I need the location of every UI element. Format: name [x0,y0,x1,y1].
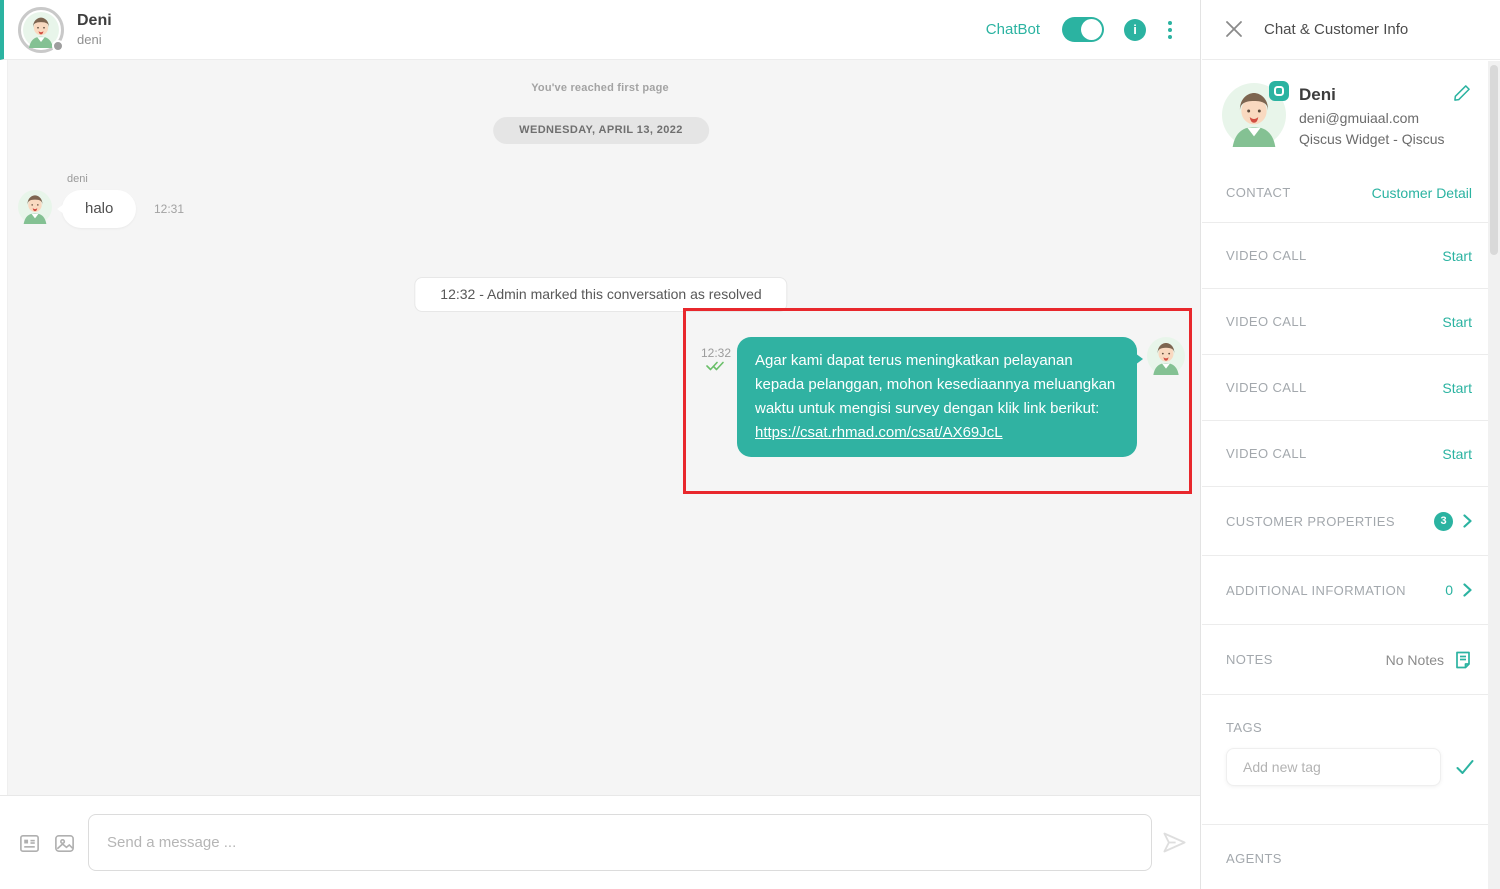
add-tag-input[interactable] [1226,748,1441,786]
tags-label: TAGS [1226,720,1263,735]
first-page-notice: You've reached first page [531,82,669,94]
sidebar-scrollbar-thumb[interactable] [1490,65,1498,255]
outgoing-message-text: Agar kami dapat terus meningkatkan pelay… [755,352,1116,417]
customer-avatar [18,6,64,53]
video-call-row: VIDEO CALL Start [1202,289,1488,355]
incoming-message-bubble: halo [56,190,137,228]
contact-row: CONTACT Customer Detail [1202,163,1488,223]
customer-card-avatar [1222,81,1289,147]
system-message: 12:32 - Admin marked this conversation a… [414,277,788,312]
video-call-label: VIDEO CALL [1226,248,1307,263]
additional-information-row[interactable]: ADDITIONAL INFORMATION 0 [1202,556,1488,625]
outgoing-message-time: 12:32 [701,346,732,360]
message-input[interactable] [88,814,1152,871]
video-call-label: VIDEO CALL [1226,446,1307,461]
incoming-message-time: 12:31 [154,202,185,216]
customer-name: Deni [77,12,112,29]
panel-header: Chat & Customer Info [1202,0,1500,60]
survey-link[interactable]: https://csat.rhmad.com/csat/AX69JcL [755,421,1003,445]
confirm-tag-check-icon[interactable] [1455,757,1475,777]
notes-row: NOTES No Notes [1202,625,1488,695]
date-separator: WEDNESDAY, APRIL 13, 2022 [493,117,709,144]
customer-properties-label: CUSTOMER PROPERTIES [1226,513,1395,529]
customer-properties-count-badge: 3 [1434,511,1453,531]
chatbot-toggle[interactable] [1062,17,1104,42]
customer-card-avatar-image [1222,83,1286,151]
incoming-avatar [18,190,52,224]
video-call-label: VIDEO CALL [1226,314,1307,329]
sidebar-scrollbar[interactable] [1488,61,1500,889]
edit-pencil-icon[interactable] [1452,83,1472,103]
video-call-start-link[interactable]: Start [1442,314,1472,330]
send-button[interactable] [1161,829,1188,856]
note-document-icon[interactable] [1454,651,1472,669]
incoming-sender-label: deni [67,173,88,185]
chevron-right-icon[interactable] [1463,583,1472,597]
agent-avatar [1147,337,1185,375]
delivered-double-check-icon [706,359,725,377]
customer-channel: Qiscus Widget - Qiscus [1299,131,1445,147]
video-call-start-link[interactable]: Start [1442,248,1472,264]
customer-detail-link[interactable]: Customer Detail [1372,185,1472,201]
customer-card-name: Deni [1299,85,1336,104]
chat-header: Deni deni ChatBot i [0,0,1200,60]
customer-card: Deni deni@gmuiaal.com Qiscus Widget - Qi… [1202,61,1488,163]
video-call-row: VIDEO CALL Start [1202,355,1488,421]
contact-label: CONTACT [1226,185,1291,200]
video-call-start-link[interactable]: Start [1442,380,1472,396]
kebab-menu-icon[interactable] [1166,19,1174,41]
chevron-right-icon[interactable] [1463,514,1472,528]
attach-image-icon[interactable] [53,832,76,855]
message-template-icon[interactable] [18,832,41,855]
panel-title: Chat & Customer Info [1264,21,1409,38]
customer-info-panel: Chat & Customer Info Deni deni@gmuiaal.c… [1202,0,1500,889]
video-call-row: VIDEO CALL Start [1202,223,1488,289]
chatbot-label: ChatBot [985,21,1040,38]
customer-properties-row[interactable]: CUSTOMER PROPERTIES 3 [1202,487,1488,556]
tags-section: TAGS [1202,695,1488,825]
chat-message-area: You've reached first page WEDNESDAY, APR… [0,60,1200,795]
customer-username: deni [77,32,102,47]
video-call-row: VIDEO CALL Start [1202,421,1488,487]
notes-label: NOTES [1226,652,1273,667]
offline-status-dot [52,39,64,52]
qiscus-widget-channel-badge [1269,81,1289,101]
chat-scrollbar-gutter[interactable] [0,60,8,795]
info-icon[interactable]: i [1124,18,1146,41]
additional-information-label: ADDITIONAL INFORMATION [1226,582,1406,598]
toggle-knob [1081,19,1102,40]
close-icon[interactable] [1224,20,1244,40]
agents-section: AGENTS [1202,825,1488,866]
panel-body: Deni deni@gmuiaal.com Qiscus Widget - Qi… [1202,61,1488,889]
video-call-label: VIDEO CALL [1226,380,1307,395]
additional-information-count: 0 [1445,582,1453,598]
video-call-start-link[interactable]: Start [1442,446,1472,462]
customer-email: deni@gmuiaal.com [1299,110,1420,126]
incoming-message-text: halo [85,200,114,217]
outgoing-message-bubble: Agar kami dapat terus meningkatkan pelay… [737,337,1143,457]
app-window: Deni deni ChatBot i You've reached first… [0,0,1500,889]
agents-label: AGENTS [1226,851,1282,866]
chat-panel: Deni deni ChatBot i You've reached first… [0,0,1201,889]
message-composer [0,795,1200,889]
notes-value: No Notes [1385,651,1444,668]
